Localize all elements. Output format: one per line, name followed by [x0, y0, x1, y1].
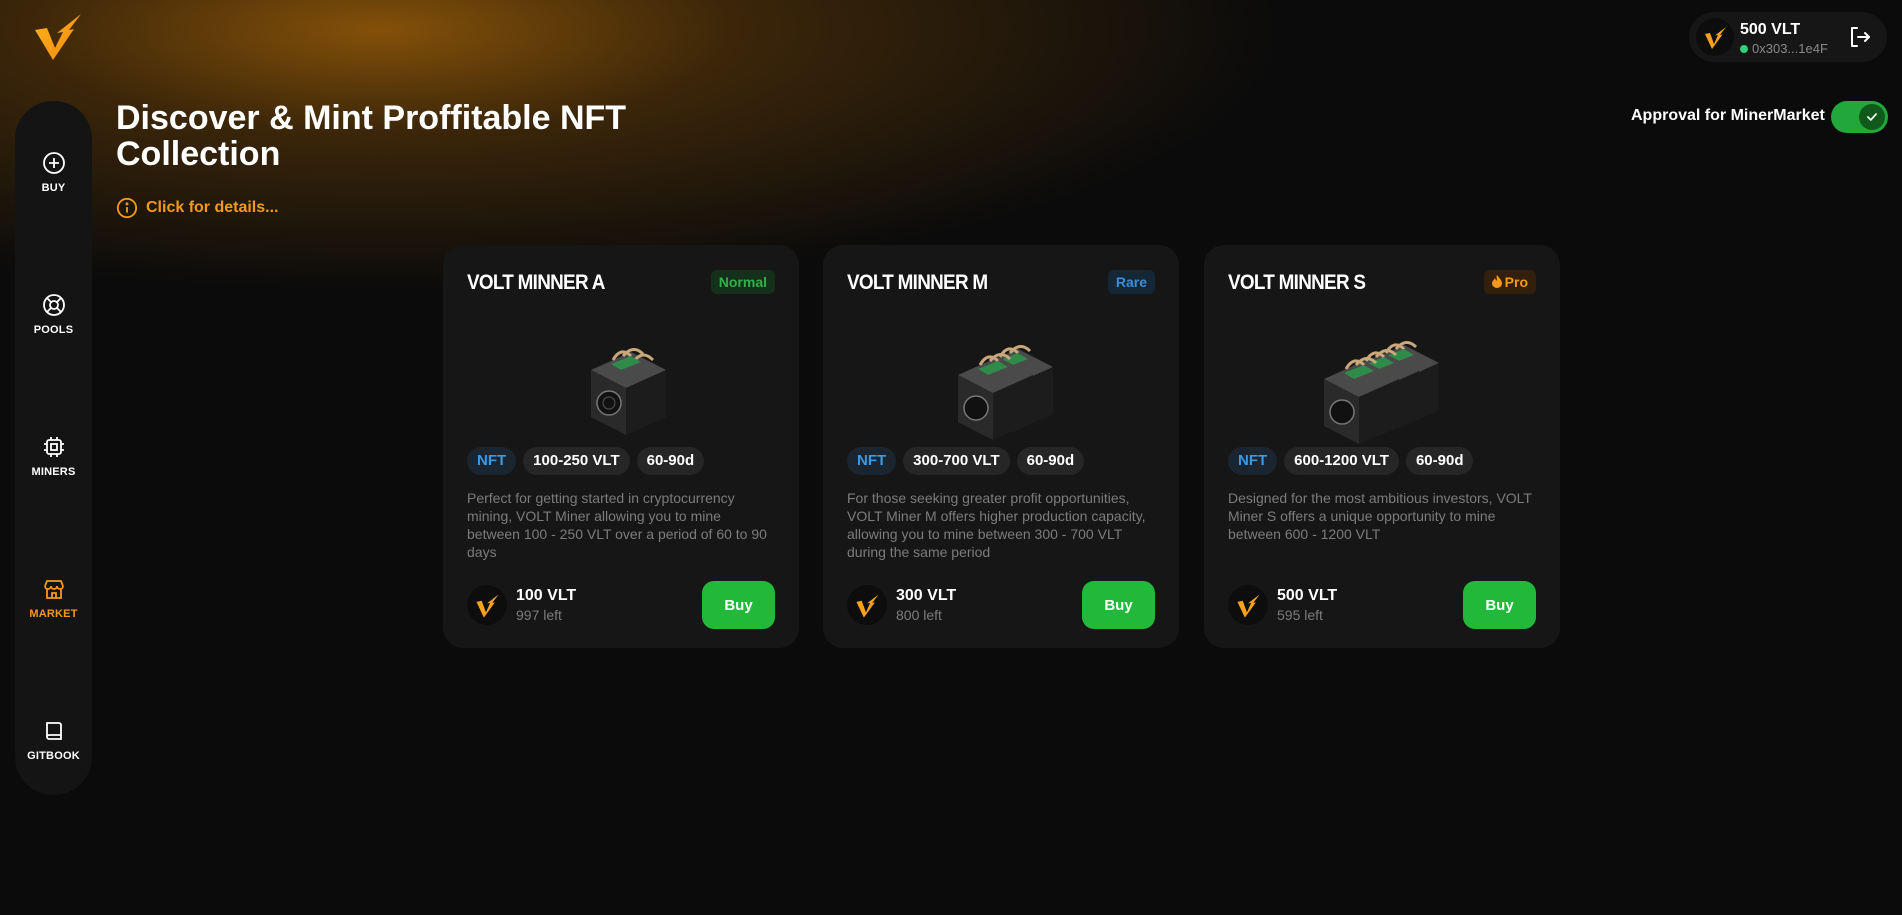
sidebar-item-market[interactable]: MARKET: [15, 563, 92, 633]
miner-card-a: VOLT MINNER A Normal NFT 100-250 VLT 60-…: [443, 245, 799, 648]
buy-button[interactable]: Buy: [1463, 581, 1536, 629]
card-title: VOLT MINNER M: [847, 271, 988, 294]
book-icon: [45, 721, 62, 740]
wallet-address: 0x303...1e4F: [1740, 41, 1828, 56]
approval-toggle[interactable]: [1831, 101, 1888, 133]
wallet-balance: 500 VLT: [1740, 21, 1801, 38]
volt-logo[interactable]: [33, 12, 83, 62]
miner-image: [1324, 341, 1439, 444]
volt-coin-icon: [467, 585, 507, 625]
tag: 100-250 VLT: [523, 447, 630, 475]
volt-coin-icon: [847, 585, 887, 625]
rarity-badge: Normal: [710, 270, 775, 294]
buy-button[interactable]: Buy: [702, 581, 775, 629]
sidebar-item-miners[interactable]: MINERS: [15, 421, 92, 491]
logout-icon[interactable]: [1847, 25, 1873, 49]
price: 500 VLT: [1277, 587, 1338, 604]
details-link[interactable]: Click for details...: [116, 197, 278, 219]
tag-list: NFT 100-250 VLT 60-90d: [467, 447, 705, 475]
connected-dot-icon: [1740, 45, 1748, 53]
miner-card-s: VOLT MINNER S Pro NFT 600-1200 VLT 60-90…: [1204, 245, 1560, 648]
rarity-badge: Pro: [1483, 270, 1536, 294]
miner-card-m: VOLT MINNER M Rare NFT 300-700 VLT 60-90…: [823, 245, 1179, 648]
supply-left: 997 left: [516, 607, 562, 623]
tag: 60-90d: [636, 447, 705, 475]
tag: NFT: [847, 447, 897, 475]
tag: 60-90d: [1016, 447, 1085, 475]
sidebar-item-label: GITBOOK: [27, 749, 80, 762]
volt-coin-icon: [1228, 585, 1268, 625]
sidebar-item-label: BUY: [41, 181, 66, 194]
buy-button[interactable]: Buy: [1082, 581, 1155, 629]
store-icon: [43, 579, 64, 599]
tag: NFT: [1228, 447, 1278, 475]
supply-left: 595 left: [1277, 607, 1323, 623]
tag: 60-90d: [1405, 447, 1474, 475]
price-row: 500 VLT 595 left Buy: [1228, 581, 1536, 629]
plus-circle-icon: [42, 151, 65, 174]
sidebar-item-pools[interactable]: POOLS: [15, 279, 92, 349]
toggle-knob: [1859, 104, 1885, 130]
price: 100 VLT: [516, 587, 577, 604]
details-link-label: Click for details...: [146, 199, 279, 216]
card-description: For those seeking greater profit opportu…: [847, 490, 1146, 560]
supply-left: 800 left: [896, 607, 942, 623]
approval-label: Approval for MinerMarket: [1631, 107, 1825, 124]
fire-icon: [1491, 275, 1502, 288]
card-description: Perfect for getting started in cryptocur…: [467, 490, 767, 560]
card-title: VOLT MINNER A: [467, 271, 605, 294]
sidebar-item-label: MINERS: [31, 465, 76, 478]
miner-image: [958, 345, 1053, 440]
price-row: 300 VLT 800 left Buy: [847, 581, 1155, 629]
lifebuoy-icon: [42, 293, 65, 316]
miner-image: [591, 348, 666, 435]
price-row: 100 VLT 997 left Buy: [467, 581, 775, 629]
rarity-badge-label: Pro: [1504, 274, 1528, 290]
sidebar: BUY POOLS MINERS MARKET GITBOOK: [15, 101, 92, 795]
page-title: Discover & Mint Proffitable NFT Collecti…: [116, 99, 627, 173]
tag: 300-700 VLT: [903, 447, 1010, 475]
sidebar-item-label: POOLS: [33, 323, 74, 336]
tag: NFT: [467, 447, 517, 475]
tag: 600-1200 VLT: [1284, 447, 1399, 475]
price: 300 VLT: [896, 587, 957, 604]
volt-coin-icon: [1696, 18, 1734, 56]
sidebar-item-buy[interactable]: BUY: [15, 137, 92, 207]
card-description: Designed for the most ambitious investor…: [1228, 490, 1532, 542]
card-title: VOLT MINNER S: [1228, 271, 1366, 294]
info-icon: [116, 197, 138, 219]
chip-icon: [43, 436, 64, 457]
tag-list: NFT 600-1200 VLT 60-90d: [1228, 447, 1474, 475]
miner-unit: [591, 348, 666, 435]
sidebar-item-label: MARKET: [29, 607, 78, 620]
tag-list: NFT 300-700 VLT 60-90d: [847, 447, 1085, 475]
rarity-badge: Rare: [1107, 270, 1155, 294]
sidebar-item-gitbook[interactable]: GITBOOK: [15, 705, 92, 775]
check-icon: [1867, 113, 1877, 121]
